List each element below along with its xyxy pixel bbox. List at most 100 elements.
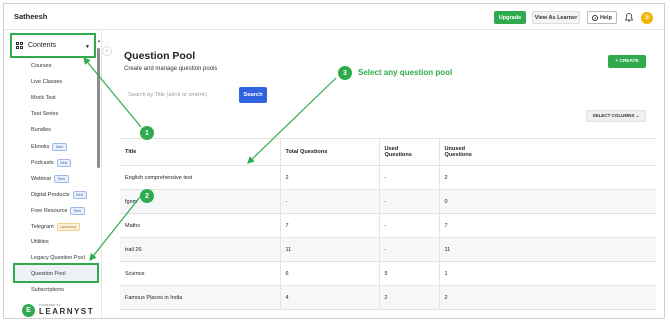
sidebar-item-label: Podcasts [31, 160, 54, 166]
cell-title[interactable]: English comprehensive test [120, 165, 281, 190]
sidebar-item-subscriptions[interactable]: Subscriptions [31, 287, 64, 293]
contents-label: Contents [28, 42, 57, 49]
table-row[interactable]: English comprehensive test 2 - 2 [120, 165, 656, 190]
grid-icon [16, 42, 23, 49]
table-row[interactable]: fgnm - - 0 [120, 189, 656, 214]
column-header-title: Title [120, 138, 281, 166]
create-button[interactable]: + CREATE [608, 55, 646, 68]
column-header-used: Used Questions [379, 138, 440, 166]
help-icon: ? [592, 14, 599, 21]
new-badge: New [56, 159, 71, 167]
sidebar-item-label: Courses [31, 63, 52, 69]
sidebar-item-test-series[interactable]: Test Series [31, 111, 58, 117]
sidebar-scrollbar[interactable]: ▲ [97, 38, 101, 318]
sidebar-item-label: Subscriptions [31, 287, 65, 293]
sidebar-item-label: Digital Products [31, 192, 70, 198]
sidebar-item-podcasts[interactable]: Podcasts New [31, 159, 71, 167]
help-label: Help [600, 14, 612, 21]
cell-used: 5 [379, 261, 440, 286]
top-bar: Satheesh Upgrade View As Learner ? Help … [4, 4, 664, 30]
app-window: Satheesh Upgrade View As Learner ? Help … [3, 3, 665, 319]
new-badge: New [70, 207, 85, 215]
sidebar-item-courses[interactable]: Courses [31, 63, 51, 69]
cell-title[interactable]: Maths [120, 213, 281, 238]
sidebar-item-label: Free Resource [31, 208, 68, 214]
search-input[interactable]: Search by Title (alt+k or cmd+k) [124, 86, 236, 103]
step-3-marker: 3 [338, 66, 352, 80]
cell-unused: 2 [439, 285, 656, 310]
sidebar-item-label: Question Pool [31, 271, 66, 277]
table-row[interactable]: Famous Places in India 4 2 2 [120, 285, 656, 310]
main-content: Question Pool Create and manage question… [102, 30, 664, 318]
select-columns-button[interactable]: SELECT COLUMNS ⌄ [586, 110, 646, 122]
step-3-label: Select any question pool [358, 68, 453, 77]
logo-mark: E [22, 304, 35, 317]
sidebar-item-question-pool[interactable]: Question Pool [31, 271, 66, 277]
cell-title[interactable]: Famous Places in India [120, 285, 281, 310]
column-header-unused: Unused Questions [439, 138, 656, 166]
new-badge: New [54, 175, 69, 183]
view-as-learner-button[interactable]: View As Learner [532, 11, 580, 24]
sidebar-item-telegram[interactable]: Telegram Upcoming [31, 223, 80, 231]
sidebar-item-utilities[interactable]: Utilities [31, 239, 49, 245]
cell-unused: 1 [439, 261, 656, 286]
brand-name: Satheesh [14, 12, 48, 21]
scroll-up-icon[interactable]: ▲ [97, 38, 101, 43]
cell-title[interactable]: Science [120, 261, 281, 286]
sidebar-item-free-resource[interactable]: Free Resource New [31, 207, 85, 215]
cell-total: 11 [280, 237, 380, 262]
help-button[interactable]: ? Help [587, 11, 617, 24]
sidebar-item-bundles[interactable]: Bundles [31, 127, 51, 133]
cell-used: - [379, 165, 440, 190]
sidebar-item-label: Webinar [31, 176, 52, 182]
upcoming-badge: Upcoming [56, 223, 80, 231]
search-button[interactable]: Search [239, 87, 267, 103]
cell-unused: 0 [439, 189, 656, 214]
cell-used: - [379, 237, 440, 262]
header-label: Unused Questions [444, 146, 472, 158]
table-row[interactable]: trail 26 11 - 11 [120, 237, 656, 262]
sidebar-item-live-classes[interactable]: Live Classes [31, 79, 62, 85]
sidebar-contents-menu[interactable]: Contents ▼ [10, 33, 96, 58]
sidebar-item-label: Utilities [31, 239, 49, 245]
sidebar-item-legacy-question-pool[interactable]: Legacy Question Pool [31, 255, 85, 261]
page-subtitle: Create and manage question pools [124, 66, 218, 72]
cell-total: 7 [280, 213, 380, 238]
table-row[interactable]: Science 6 5 1 [120, 261, 656, 286]
sidebar-item-mock-test[interactable]: Mock Test [31, 95, 56, 101]
cell-used: - [379, 189, 440, 214]
cell-total: 4 [280, 285, 380, 310]
sidebar: Contents ▼ Courses Live Classes Mock Tes… [4, 30, 102, 318]
logo-text: LEARNYST [39, 307, 95, 316]
sidebar-item-label: Mock Test [31, 95, 56, 101]
sidebar-item-label: Bundles [31, 127, 51, 133]
bell-icon[interactable] [625, 13, 633, 22]
cell-unused: 11 [439, 237, 656, 262]
sidebar-item-digital-products[interactable]: Digital Products New [31, 191, 87, 199]
sidebar-item-ebooks[interactable]: Ebooks New [31, 143, 67, 151]
cell-used: 2 [379, 285, 440, 310]
cell-unused: 7 [439, 213, 656, 238]
cell-total: 6 [280, 261, 380, 286]
new-badge: New [52, 143, 67, 151]
page-title: Question Pool [124, 50, 196, 62]
sidebar-item-label: Test Series [31, 111, 59, 117]
avatar[interactable]: S [641, 12, 653, 24]
sidebar-item-label: Legacy Question Pool [31, 255, 85, 261]
cell-total: 2 [280, 165, 380, 190]
scrollbar-thumb[interactable] [97, 48, 100, 168]
sidebar-item-label: Live Classes [31, 79, 63, 85]
column-header-total: Total Questions [280, 138, 380, 166]
sidebar-item-label: Ebooks [31, 144, 50, 150]
chevron-down-icon: ▼ [85, 44, 90, 50]
cell-used: - [379, 213, 440, 238]
new-badge: New [72, 191, 87, 199]
table-row[interactable]: Maths 7 - 7 [120, 213, 656, 238]
upgrade-button[interactable]: Upgrade [494, 11, 526, 24]
cell-unused: 2 [439, 165, 656, 190]
learnyst-logo: E POWERED BY LEARNYST [22, 302, 96, 318]
cell-title[interactable]: trail 26 [120, 237, 281, 262]
table-header-row: Title Total Questions Used Questions Unu… [120, 138, 656, 166]
sidebar-item-webinar[interactable]: Webinar New [31, 175, 69, 183]
step-2-marker: 2 [140, 189, 154, 203]
